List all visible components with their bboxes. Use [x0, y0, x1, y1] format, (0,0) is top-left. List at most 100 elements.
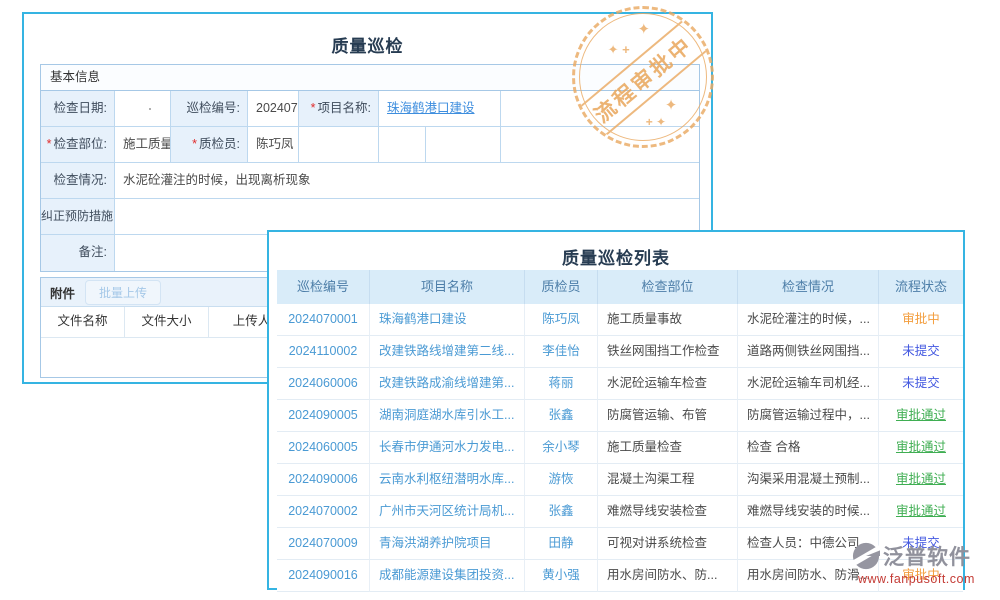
table-row: 2024070001 珠海鹤港口建设 陈巧凤 施工质量事故 水泥砼灌注的时候，.… — [277, 304, 963, 336]
measures-label: 纠正预防措施: — [41, 199, 115, 235]
part-cell: 铁丝网围挡工作检查 — [598, 336, 738, 368]
batch-upload-button[interactable]: 批量上传 — [85, 280, 161, 305]
table-row: 2024090006 云南水利枢纽潜明水库... 游恢 混凝土沟渠工程 沟渠采用… — [277, 464, 963, 496]
list-table-header: 巡检编号 项目名称 质检员 检查部位 检查情况 流程状态 — [277, 270, 963, 304]
part-cell: 难燃导线安装检查 — [598, 496, 738, 528]
inspector-link[interactable]: 张鑫 — [548, 408, 573, 422]
form-empty-cell — [501, 91, 699, 127]
project-link[interactable]: 广州市天河区统计局机... — [379, 504, 514, 518]
form-row-3: 检查情况: 水泥砼灌注的时候，出现离析现象 — [41, 163, 699, 199]
col-header-situation: 检查情况 — [738, 270, 879, 304]
form-title: 质量巡检 — [24, 32, 711, 57]
inspection-no-link[interactable]: 2024090005 — [288, 408, 358, 422]
inspection-no-link[interactable]: 2024090016 — [288, 568, 358, 582]
project-link[interactable]: 珠海鹤港口建设 — [379, 312, 467, 326]
situation-cell: 检查 合格 — [738, 432, 879, 464]
table-row: 2024110002 改建铁路线增建第二线... 李佳怡 铁丝网围挡工作检查 道… — [277, 336, 963, 368]
inspection-no-field[interactable]: 202407000 — [248, 91, 299, 127]
project-link[interactable]: 改建铁路成渝线增建第... — [379, 376, 514, 390]
part-field[interactable]: 施工质量事 — [115, 127, 171, 163]
inspection-no-link[interactable]: 2024110002 — [289, 344, 358, 358]
table-row: 2024060005 长春市伊通河水力发电... 余小琴 施工质量检查 检查 合… — [277, 432, 963, 464]
required-mark: * — [311, 101, 316, 115]
basic-info-section-header: 基本信息 — [41, 65, 699, 91]
date-label: 检查日期: — [41, 91, 115, 127]
project-link[interactable]: 湖南洞庭湖水库引水工... — [379, 408, 514, 422]
logo-text: 泛普软件 — [883, 541, 971, 571]
date-field[interactable] — [115, 91, 171, 127]
col-header-inspection-no: 巡检编号 — [277, 270, 370, 304]
project-label: *项目名称: — [299, 91, 379, 127]
required-mark: * — [192, 137, 197, 151]
inspection-no-link[interactable]: 2024070009 — [288, 536, 358, 550]
form-row-2: *检查部位: 施工质量事 *质检员: 陈巧凤 — [41, 127, 699, 163]
list-title: 质量巡检列表 — [269, 244, 963, 269]
inspection-no-link[interactable]: 2024060006 — [288, 376, 358, 390]
project-link[interactable]: 云南水利枢纽潜明水库... — [379, 472, 514, 486]
form-empty-cell — [379, 127, 426, 163]
inspector-link[interactable]: 黄小强 — [542, 568, 580, 582]
project-link[interactable]: 珠海鹤港口建设 — [387, 101, 475, 115]
part-cell: 防腐管运输、布管 — [598, 400, 738, 432]
status-badge: 审批通过 — [896, 408, 946, 422]
status-badge: 未提交 — [902, 376, 940, 390]
form-row-1: 检查日期: 巡检编号: 202407000 *项目名称: 珠海鹤港口建设 — [41, 91, 699, 127]
table-row: 2024070002 广州市天河区统计局机... 张鑫 难燃导线安装检查 难燃导… — [277, 496, 963, 528]
attachment-col-filename: 文件名称 — [41, 307, 125, 337]
situation-field[interactable]: 水泥砼灌注的时候，出现离析现象 — [115, 163, 699, 199]
situation-cell: 防腐管运输过程中，... — [738, 400, 879, 432]
part-cell: 可视对讲系统检查 — [598, 528, 738, 560]
part-cell: 用水房间防水、防... — [598, 560, 738, 592]
project-link[interactable]: 长春市伊通河水力发电... — [379, 440, 514, 454]
attachment-label: 附件 — [50, 283, 75, 302]
status-badge: 审批通过 — [896, 440, 946, 454]
part-cell: 施工质量检查 — [598, 432, 738, 464]
status-badge: 审批通过 — [896, 472, 946, 486]
inspector-label: *质检员: — [171, 127, 248, 163]
fanpu-logo: 泛普软件 www.fanpusoft.com — [852, 541, 1000, 586]
required-mark: * — [47, 137, 52, 151]
inspection-no-link[interactable]: 2024060005 — [288, 440, 358, 454]
project-link[interactable]: 成都能源建设集团投资... — [379, 568, 514, 582]
situation-cell: 水泥砼运输车司机经... — [738, 368, 879, 400]
inspector-link[interactable]: 李佳怡 — [542, 344, 580, 358]
situation-cell: 沟渠采用混凝土预制... — [738, 464, 879, 496]
situation-cell: 道路两侧铁丝网围挡... — [738, 336, 879, 368]
status-badge: 审批中 — [902, 312, 940, 326]
part-cell: 施工质量事故 — [598, 304, 738, 336]
col-header-project: 项目名称 — [370, 270, 525, 304]
project-link[interactable]: 改建铁路线增建第二线... — [379, 344, 514, 358]
inspection-no-link[interactable]: 2024070002 — [288, 504, 358, 518]
form-empty-cell — [426, 127, 501, 163]
project-field[interactable]: 珠海鹤港口建设 — [379, 91, 501, 127]
inspector-field[interactable]: 陈巧凤 — [248, 127, 299, 163]
inspection-no-link[interactable]: 2024070001 — [288, 312, 358, 326]
inspection-list-panel: 质量巡检列表 巡检编号 项目名称 质检员 检查部位 检查情况 流程状态 2024… — [267, 230, 965, 590]
part-cell: 水泥砼运输车检查 — [598, 368, 738, 400]
inspector-link[interactable]: 余小琴 — [542, 440, 580, 454]
form-empty-cell — [501, 127, 699, 163]
logo-url: www.fanpusoft.com — [858, 572, 1000, 586]
project-link[interactable]: 青海洪湖养护院项目 — [379, 536, 492, 550]
inspector-link[interactable]: 游恢 — [548, 472, 573, 486]
col-header-inspector: 质检员 — [525, 270, 598, 304]
part-cell: 混凝土沟渠工程 — [598, 464, 738, 496]
col-header-part: 检查部位 — [598, 270, 738, 304]
inspector-link[interactable]: 田静 — [548, 536, 573, 550]
status-badge: 未提交 — [902, 344, 940, 358]
inspector-link[interactable]: 蒋丽 — [548, 376, 573, 390]
col-header-status: 流程状态 — [879, 270, 963, 304]
table-row: 2024060006 改建铁路成渝线增建第... 蒋丽 水泥砼运输车检查 水泥砼… — [277, 368, 963, 400]
fanpu-logo-icon — [852, 542, 880, 570]
remark-label: 备注: — [41, 235, 115, 271]
inspection-no-label: 巡检编号: — [171, 91, 248, 127]
inspection-no-link[interactable]: 2024090006 — [288, 472, 358, 486]
situation-cell: 水泥砼灌注的时候，... — [738, 304, 879, 336]
inspector-link[interactable]: 陈巧凤 — [542, 312, 580, 326]
status-badge: 审批通过 — [896, 504, 946, 518]
attachment-col-filesize: 文件大小 — [125, 307, 209, 337]
situation-label: 检查情况: — [41, 163, 115, 199]
date-placeholder-dot — [149, 108, 151, 110]
inspector-link[interactable]: 张鑫 — [548, 504, 573, 518]
table-row: 2024090005 湖南洞庭湖水库引水工... 张鑫 防腐管运输、布管 防腐管… — [277, 400, 963, 432]
